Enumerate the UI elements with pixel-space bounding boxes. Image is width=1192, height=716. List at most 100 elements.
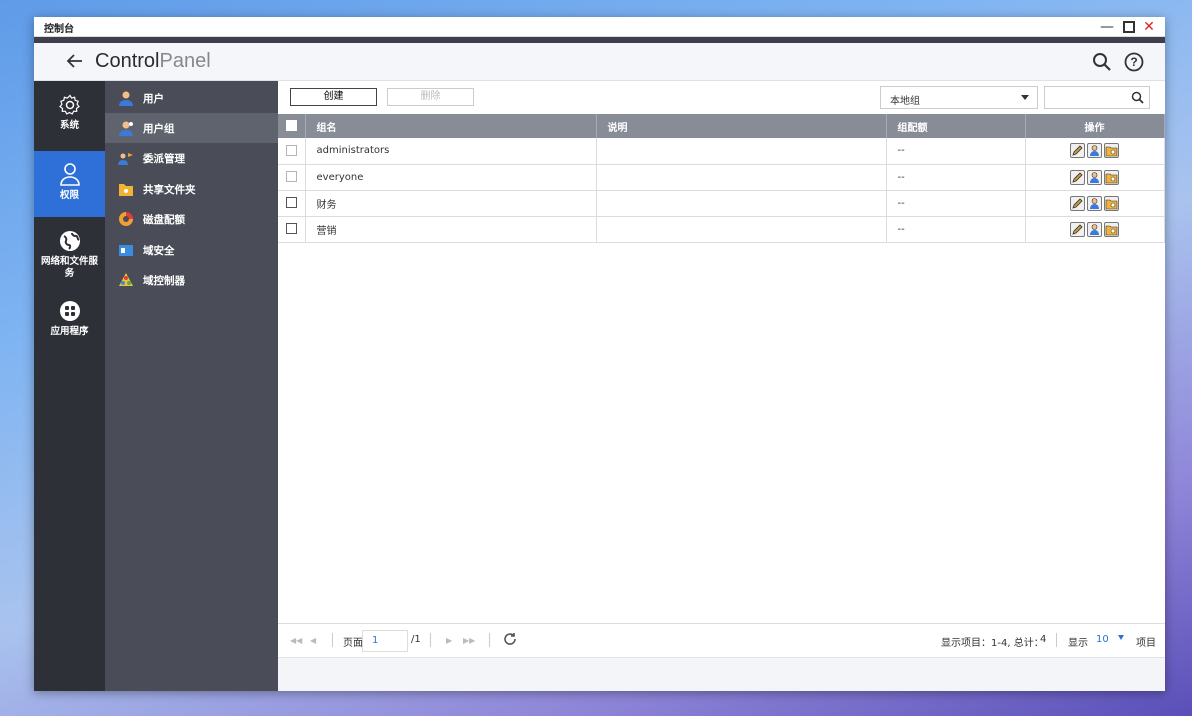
edit-members-icon[interactable] [1087, 195, 1102, 211]
row-checkbox[interactable] [285, 145, 297, 156]
row-checkbox-cell [278, 190, 306, 217]
table-row[interactable]: everyone -- [278, 164, 1165, 191]
delete-button[interactable]: 删除 [387, 88, 474, 106]
actions-cell [1025, 164, 1165, 191]
chevron-down-icon[interactable] [1118, 635, 1124, 640]
nav-domain-controller[interactable]: 域控制器 [105, 265, 278, 295]
edit-icon[interactable] [1070, 169, 1085, 185]
folder-permission-icon[interactable] [1104, 143, 1119, 159]
col-group-name[interactable]: 组名 [305, 114, 597, 138]
nav-disk-quota-label: 磁盘配额 [143, 214, 185, 226]
folder-permission-icon[interactable] [1104, 195, 1119, 211]
pager-divider [1056, 633, 1057, 647]
total-pages: /1 [411, 634, 421, 645]
control-panel-window: 控制台 — ✕ ControlPanel ? 系统 权限 网络和文件服务 应用程… [34, 17, 1165, 691]
group-name-cell: 营销 [305, 216, 597, 243]
user-icon [59, 163, 80, 186]
display-items-label: 显示项目： [941, 638, 991, 649]
group-scope-select[interactable]: 本地组 [880, 86, 1038, 109]
table-row[interactable]: administrators -- [278, 138, 1165, 165]
maximize-icon[interactable] [1120, 18, 1138, 36]
nav-applications[interactable]: 应用程序 [34, 295, 105, 351]
description-cell [596, 138, 887, 165]
refresh-icon[interactable] [503, 632, 517, 649]
gear-icon [58, 94, 80, 115]
description-cell [596, 190, 887, 217]
nav-applications-label: 应用程序 [50, 326, 89, 337]
edit-members-icon[interactable] [1087, 143, 1102, 159]
col-group-quota[interactable]: 组配额 [886, 114, 1026, 138]
create-button[interactable]: 创建 [290, 88, 377, 106]
nav-delegation[interactable]: 委派管理 [105, 143, 278, 173]
nav-network-label: 网络和文件服务 [40, 256, 98, 279]
globe-icon [59, 231, 80, 251]
group-name-cell: 财务 [305, 190, 597, 217]
show-label: 显示 [1068, 638, 1088, 649]
row-checkbox[interactable] [285, 223, 297, 235]
page-label: 页面 [343, 638, 363, 649]
search-icon[interactable] [1091, 51, 1113, 73]
title-bar: 控制台 — ✕ [34, 17, 1165, 37]
select-all-cell [278, 114, 306, 138]
edit-icon[interactable] [1070, 195, 1085, 211]
edit-members-icon[interactable] [1087, 169, 1102, 185]
pager-divider [430, 633, 431, 647]
edit-icon[interactable] [1070, 143, 1085, 159]
actions-cell [1025, 216, 1165, 243]
primary-nav: 系统 权限 网络和文件服务 应用程序 [34, 81, 105, 691]
brand-control-text: Control [95, 50, 160, 72]
first-page-icon[interactable]: ◀◀ [290, 636, 302, 645]
folder-permission-icon[interactable] [1104, 221, 1119, 237]
col-description[interactable]: 说明 [596, 114, 887, 138]
row-checkbox-cell [278, 216, 306, 243]
col-actions: 操作 [1025, 114, 1165, 138]
back-arrow-icon[interactable] [66, 49, 90, 73]
nav-domain-security[interactable]: 域安全 [105, 235, 278, 265]
edit-icon[interactable] [1070, 221, 1085, 237]
svg-text:?: ? [1130, 55, 1137, 69]
table-row[interactable]: 财务 -- [278, 190, 1165, 217]
nav-network-file-services[interactable]: 网络和文件服务 [34, 225, 105, 291]
row-checkbox[interactable] [285, 197, 297, 209]
group-name-cell: everyone [305, 164, 597, 191]
search-input[interactable] [1044, 86, 1150, 109]
row-checkbox-cell [278, 164, 306, 191]
disk-quota-icon [119, 212, 133, 226]
main-content: 创建 删除 本地组 组名 说明 组配额 操作 administrators --… [278, 81, 1165, 691]
help-icon[interactable]: ? [1123, 51, 1145, 73]
nav-users[interactable]: 用户 [105, 83, 278, 113]
quota-cell: -- [886, 164, 1026, 191]
minimize-icon[interactable]: — [1098, 18, 1116, 36]
domain-security-icon [119, 245, 133, 256]
select-all-checkbox[interactable] [285, 120, 297, 132]
pagination-bar: ◀◀ ◀ 页面 1 /1 ▶ ▶▶ 显示项目： 1-4, 总计： 4 显示 10… [278, 623, 1165, 656]
row-checkbox[interactable] [285, 171, 297, 183]
edit-members-icon[interactable] [1087, 221, 1102, 237]
nav-permissions-label: 权限 [59, 190, 79, 201]
actions-cell [1025, 190, 1165, 217]
nav-permissions[interactable]: 权限 [34, 151, 105, 217]
description-cell [596, 164, 887, 191]
nav-user-groups[interactable]: 用户组 [105, 113, 278, 143]
per-page-select[interactable]: 10 [1096, 634, 1109, 645]
table-header-row: 组名 说明 组配额 操作 [278, 114, 1165, 138]
actions-cell [1025, 138, 1165, 165]
close-icon[interactable]: ✕ [1140, 18, 1158, 36]
table-row[interactable]: 营销 -- [278, 216, 1165, 243]
last-page-icon[interactable]: ▶▶ [463, 636, 475, 645]
pager-divider [332, 633, 333, 647]
pager-divider [489, 633, 490, 647]
prev-page-icon[interactable]: ◀ [310, 636, 316, 645]
window-title: 控制台 [44, 24, 74, 35]
search-icon[interactable] [1131, 91, 1144, 104]
user-icon [119, 91, 133, 106]
nav-system-label: 系统 [59, 120, 79, 131]
folder-permission-icon[interactable] [1104, 169, 1119, 185]
page-number-input[interactable]: 1 [362, 630, 408, 652]
nav-system[interactable]: 系统 [34, 87, 105, 143]
nav-disk-quota[interactable]: 磁盘配额 [105, 204, 278, 234]
display-range: 1-4, 总计： [991, 638, 1044, 649]
nav-shared-folders[interactable]: 共享文件夹 [105, 174, 278, 204]
secondary-nav: 用户 用户组 委派管理 共享文件夹 磁盘配额 域安全 域控制器 [105, 81, 278, 691]
next-page-icon[interactable]: ▶ [446, 636, 452, 645]
